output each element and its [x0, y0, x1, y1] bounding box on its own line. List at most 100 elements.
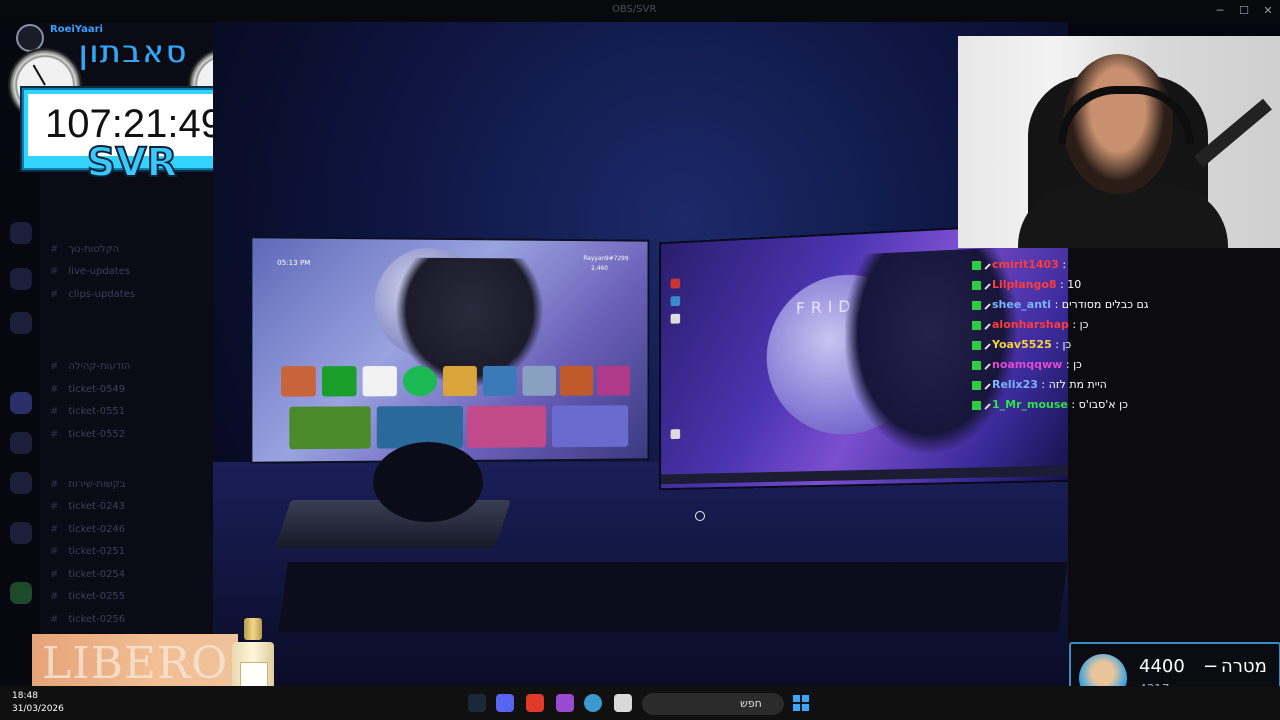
microphone — [373, 442, 483, 522]
chat-message: cmirit1403 : — [972, 255, 1272, 275]
sidebar-channel-label: ticket-0246 — [68, 524, 126, 535]
sidebar-channel-label: clips-updates — [68, 289, 136, 300]
app-icon[interactable] — [556, 694, 574, 712]
game-tile — [559, 365, 594, 396]
chat-text: כן — [1079, 318, 1089, 331]
sidebar-channel[interactable]: # הודעות-קהילה — [50, 361, 130, 372]
sidebar-channel-label: ticket-0255 — [68, 591, 126, 602]
window-title: OBS/SVR — [612, 4, 657, 15]
hash-icon: # — [50, 384, 59, 395]
chat-username[interactable]: cmirit1403 — [992, 258, 1059, 271]
ad-brand: LIBERO — [42, 638, 229, 689]
server-icon[interactable] — [10, 522, 32, 544]
sidebar-channel-label: הקלטות-נוך — [68, 244, 120, 255]
chat-username[interactable]: Yoav5525 — [992, 338, 1052, 351]
kick-badge-icon — [972, 260, 981, 270]
sidebar-channel[interactable]: # ticket-0251 — [50, 546, 125, 557]
chat-separator: : — [1058, 258, 1067, 271]
sub-badge-icon — [982, 380, 991, 390]
kick-badge-icon — [972, 380, 981, 390]
chat-separator: : — [1051, 338, 1063, 351]
sidebar-channel[interactable]: # ticket-0243 — [50, 501, 125, 512]
taskbar-date: 31/03/2026 — [12, 704, 64, 714]
chat-text: 10 — [1067, 278, 1082, 291]
maximize-icon[interactable]: ☐ — [1236, 3, 1252, 19]
sidebar-channel[interactable]: # ticket-0255 — [50, 591, 125, 602]
hash-icon: # — [50, 289, 59, 300]
sidebar-channel-label: ticket-0256 — [68, 614, 126, 625]
search-box[interactable] — [642, 693, 784, 715]
edge-tile — [482, 365, 517, 396]
tv-gamertag: Rayyan9#7299 — [583, 254, 629, 263]
server-icon[interactable] — [10, 472, 32, 494]
windows-start-icon[interactable] — [793, 695, 809, 711]
sidebar-channel[interactable]: # ticket-0254 — [50, 569, 125, 580]
app-icon[interactable] — [526, 694, 544, 712]
kick-badge-icon — [972, 340, 981, 350]
xbox-tile — [321, 366, 357, 397]
sidebar-channel[interactable]: # ticket-0551 — [50, 406, 125, 417]
server-icon[interactable] — [10, 268, 32, 290]
chat-username[interactable]: Relix23 — [992, 378, 1038, 391]
chat-username[interactable]: noamqqww — [992, 358, 1062, 371]
chat-separator: : — [1037, 378, 1049, 391]
sidebar-channel-label: ticket-0551 — [68, 406, 126, 417]
discord-icon[interactable] — [496, 694, 514, 712]
chat-username[interactable]: shee_anti — [992, 298, 1051, 311]
chat-text: כן א'סבו'ס — [1078, 398, 1128, 411]
sidebar-channel[interactable]: # clips-updates — [50, 289, 135, 300]
chat-text: כן — [1073, 358, 1082, 371]
sidebar-channel[interactable]: # ticket-0246 — [50, 524, 125, 535]
webcam-feed — [958, 36, 1280, 248]
tv-clock: 05:13 PM — [277, 258, 311, 268]
sidebar-channel[interactable]: # ticket-0549 — [50, 384, 125, 395]
chrome-icon[interactable] — [584, 694, 602, 712]
chat-username[interactable]: Lilplango8 — [992, 278, 1057, 291]
server-icon[interactable] — [10, 312, 32, 334]
desktop-icon — [670, 296, 681, 307]
hash-icon: # — [50, 569, 59, 580]
sidebar-channel[interactable]: # live-updates — [50, 266, 130, 277]
sidebar-channel-label: הודעות-קהילה — [68, 361, 131, 372]
cursor-icon — [695, 511, 705, 521]
hash-icon: # — [50, 614, 59, 625]
steam-icon[interactable] — [468, 694, 486, 712]
sidebar-channel[interactable]: # ticket-0256 — [50, 614, 125, 625]
server-icon[interactable] — [10, 582, 32, 604]
sidebar-channel[interactable]: # ticket-0552 — [50, 429, 125, 440]
sidebar-channel[interactable]: # בקשות-שירות — [50, 479, 126, 490]
minimize-icon[interactable]: ─ — [1212, 3, 1228, 19]
sidebar-channel[interactable]: # הקלטות-נוך — [50, 244, 119, 255]
sidebar-channel-label: ticket-0254 — [68, 569, 126, 580]
chat-message: Yoav5525 : כן — [972, 335, 1272, 355]
desktop-icon — [670, 313, 681, 324]
server-icon[interactable] — [10, 222, 32, 244]
chat-message: Lilplango8 : 10 — [972, 275, 1272, 295]
sidebar-channel-label: ticket-0552 — [68, 429, 126, 440]
server-icon[interactable] — [10, 432, 32, 454]
spotify-tile — [402, 366, 438, 397]
goal-label: מטרה — [1221, 656, 1267, 677]
app-tile — [443, 365, 477, 397]
chat-text: היית מת לזה — [1048, 378, 1107, 391]
sub-badge-icon — [982, 260, 991, 270]
stream-scene: 05:13 PM Rayyan9#7299 2,460 FRIDAY — [213, 22, 1068, 686]
chat-separator: : — [1068, 318, 1080, 331]
hash-icon: # — [50, 361, 59, 372]
server-icon[interactable] — [10, 392, 32, 414]
close-icon[interactable]: ✕ — [1260, 3, 1276, 19]
hash-icon: # — [50, 501, 59, 512]
chat-separator: : — [1056, 278, 1068, 291]
window-titlebar: OBS/SVR ─ ☐ ✕ — [0, 0, 1280, 22]
file-explorer-icon[interactable] — [614, 694, 632, 712]
chat-message: noamqqww : כן — [972, 355, 1272, 375]
chat-text: גם כבלים מסודרים — [1061, 298, 1149, 311]
kick-badge-icon — [972, 300, 981, 310]
game-card — [466, 405, 547, 448]
desktop-icon — [670, 278, 681, 289]
chat-username[interactable]: alonharshap — [992, 318, 1069, 331]
chat-username[interactable]: 1_Mr_mouse — [992, 398, 1068, 411]
rocket-league-tile — [597, 365, 631, 396]
search-label: חפש — [740, 697, 762, 710]
monitor-taskbar — [661, 465, 1068, 485]
